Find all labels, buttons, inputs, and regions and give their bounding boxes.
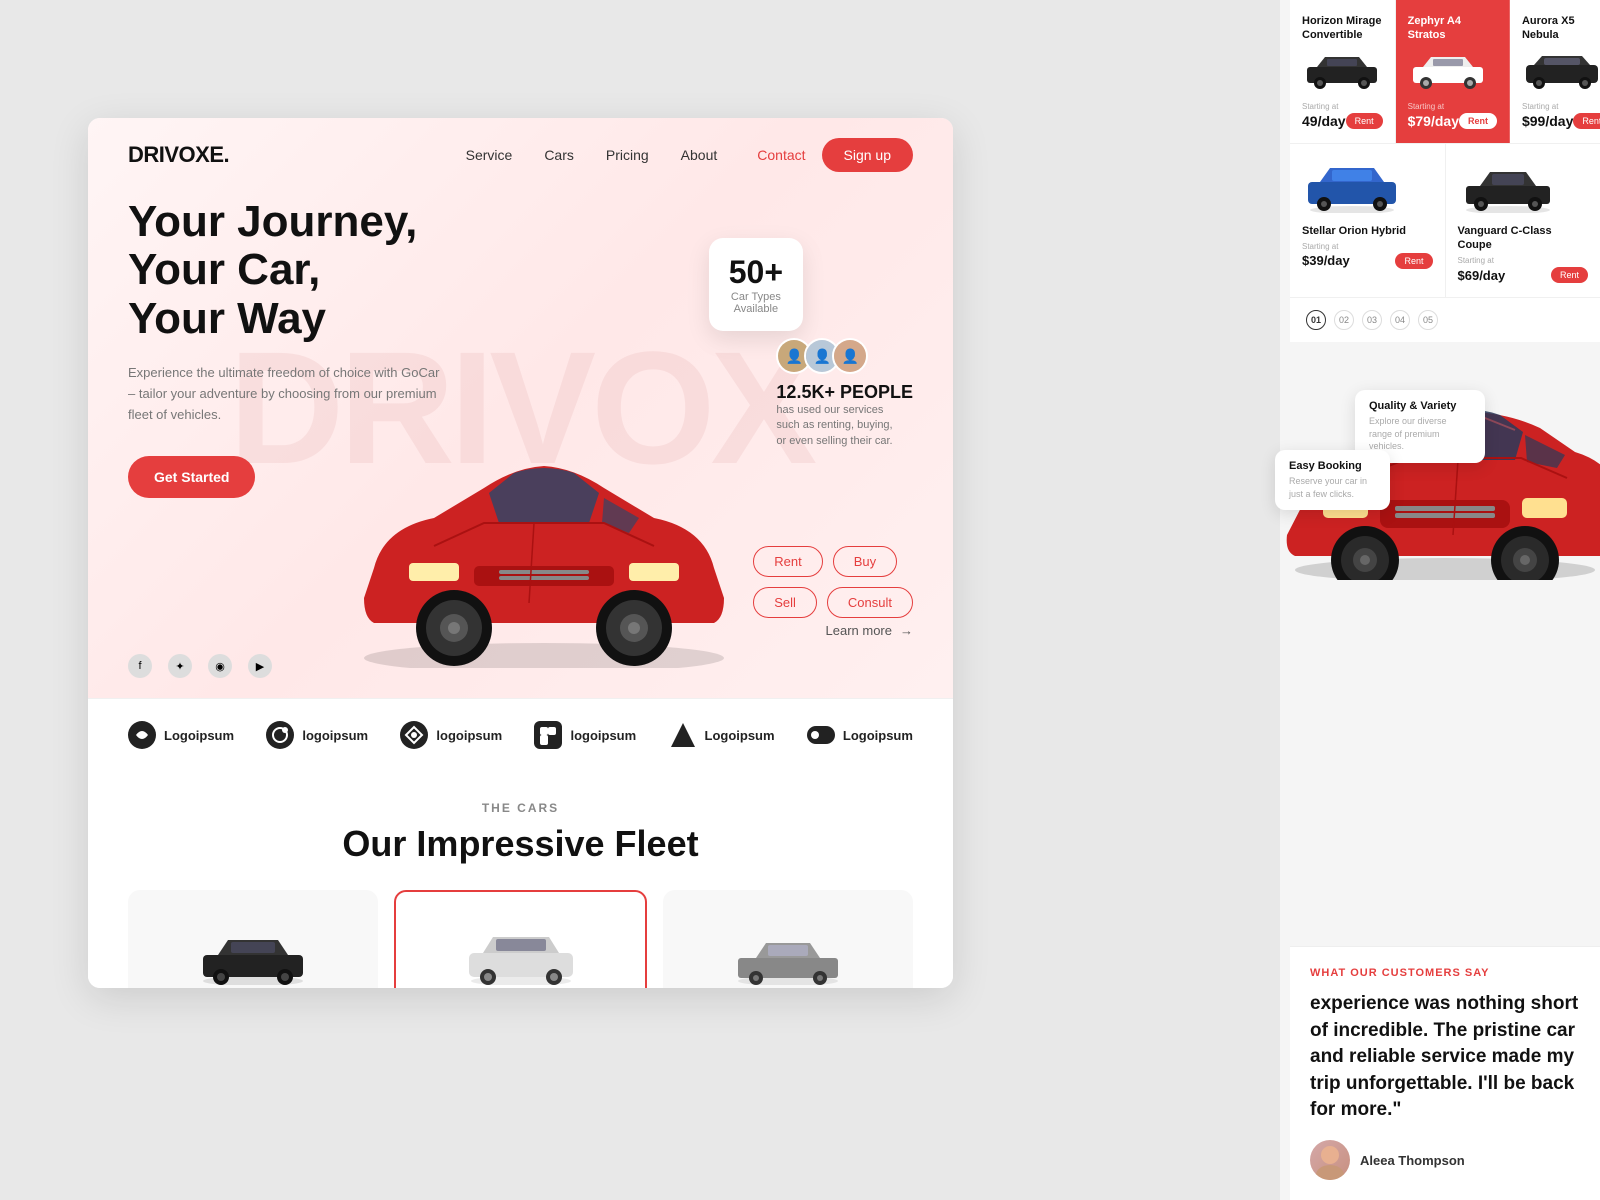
- testimonial-author: Aleea Thompson: [1310, 1140, 1580, 1180]
- starting-at-aurora: Starting at: [1522, 102, 1600, 111]
- fleet-subtitle: THE CARS: [128, 801, 913, 815]
- fleet-card-3[interactable]: [663, 890, 913, 988]
- nav-service[interactable]: Service: [466, 147, 513, 163]
- car-name-stellar: Stellar Orion Hybrid: [1302, 224, 1433, 238]
- dot-1[interactable]: 01: [1306, 310, 1326, 330]
- price-aurora: $99/day: [1522, 113, 1573, 129]
- buy-button[interactable]: Buy: [833, 546, 897, 577]
- fleet-card-1[interactable]: [128, 890, 378, 988]
- price-zephyr: $79/day: [1408, 113, 1459, 129]
- dot-3[interactable]: 03: [1362, 310, 1382, 330]
- action-row-2: Sell Consult: [753, 587, 913, 618]
- signup-button[interactable]: Sign up: [822, 138, 913, 172]
- sell-button[interactable]: Sell: [753, 587, 817, 618]
- hero-title: Your Journey, Your Car, Your Way: [128, 198, 448, 343]
- starting-at-horizon: Starting at: [1302, 102, 1383, 111]
- youtube-icon[interactable]: ▶: [248, 654, 272, 678]
- people-description: has used our services such as renting, b…: [776, 403, 896, 449]
- car-name-vanguard: Vanguard C-Class Coupe: [1458, 224, 1589, 253]
- car-img-zephyr: [1408, 49, 1488, 91]
- quality-badge-text: Explore our diverse range of premium veh…: [1369, 415, 1471, 453]
- stats-badge: 50+ Car Types Available: [709, 238, 803, 331]
- car-img-aurora: [1522, 49, 1600, 91]
- testimonial-tag: WHAT OUR CUSTOMERS SAY: [1310, 967, 1580, 979]
- partners-section: Logoipsum logoipsum logoipsum logoipsum …: [88, 698, 953, 771]
- easy-booking-title: Easy Booking: [1289, 460, 1376, 472]
- partner-5: Logoipsum: [669, 721, 775, 749]
- rent-btn-stellar[interactable]: Rent: [1395, 253, 1432, 269]
- social-icons-row: f ✦ ◉ ▶: [128, 654, 272, 678]
- fleet-cards: [128, 890, 913, 988]
- learn-more-link[interactable]: Learn more →: [826, 623, 913, 638]
- people-stats: 👤 👤 👤 12.5K+ PEOPLE has used our service…: [776, 338, 913, 449]
- partner-1: Logoipsum: [128, 721, 234, 749]
- car-card-horizon: Horizon Mirage Convertible Starting at 4…: [1290, 0, 1396, 143]
- nav-cars[interactable]: Cars: [544, 147, 574, 163]
- pagination-dots: 01 02 03 04 05: [1290, 298, 1600, 342]
- starting-at-zephyr: Starting at: [1408, 102, 1497, 111]
- car-card-stellar: Stellar Orion Hybrid Starting at $39/day…: [1290, 144, 1446, 298]
- car-card-zephyr: Zephyr A4 Stratos Starting at $79/day Re…: [1396, 0, 1510, 143]
- car-cards-top-row: Horizon Mirage Convertible Starting at 4…: [1290, 0, 1600, 144]
- dot-4[interactable]: 04: [1390, 310, 1410, 330]
- nav-links: Service Cars Pricing About: [466, 147, 718, 163]
- rent-btn-vanguard[interactable]: Rent: [1551, 267, 1588, 283]
- nav-about[interactable]: About: [681, 147, 718, 163]
- car-img-stellar: [1302, 158, 1402, 213]
- easy-booking-badge: Easy Booking Reserve your car in just a …: [1275, 450, 1390, 510]
- car-img-horizon: [1302, 49, 1382, 91]
- partner-2: logoipsum: [266, 721, 368, 749]
- partner-4: logoipsum: [534, 721, 636, 749]
- testimonial-section: WHAT OUR CUSTOMERS SAY experience was no…: [1290, 946, 1600, 1200]
- partner-3: logoipsum: [400, 721, 502, 749]
- fleet-section: THE CARS Our Impressive Fleet: [88, 771, 953, 988]
- car-card-vanguard: Vanguard C-Class Coupe Starting at $69/d…: [1446, 144, 1600, 298]
- car-name-aurora: Aurora X5 Nebula: [1522, 14, 1600, 43]
- navbar: DRIVOXE. Service Cars Pricing About Cont…: [88, 118, 953, 192]
- stats-number: 50+: [729, 254, 783, 291]
- hero-content: Your Journey, Your Car, Your Way Experie…: [128, 198, 448, 498]
- stats-label: Car Types Available: [729, 291, 783, 315]
- action-row-1: Rent Buy: [753, 546, 913, 577]
- fleet-card-2[interactable]: [394, 890, 648, 988]
- avatar-3: 👤: [832, 338, 868, 374]
- author-name: Aleea Thompson: [1360, 1153, 1465, 1168]
- rent-btn-aurora[interactable]: Rent: [1573, 113, 1600, 129]
- dot-5[interactable]: 05: [1418, 310, 1438, 330]
- hero-description: Experience the ultimate freedom of choic…: [128, 363, 448, 425]
- rent-btn-horizon[interactable]: Rent: [1346, 113, 1383, 129]
- partner-6: Logoipsum: [807, 721, 913, 749]
- people-count: 12.5K+ PEOPLE: [776, 382, 913, 403]
- price-horizon: 49/day: [1302, 113, 1346, 129]
- right-panel-top: Horizon Mirage Convertible Starting at 4…: [1290, 0, 1600, 342]
- rent-btn-zephyr[interactable]: Rent: [1459, 113, 1497, 129]
- fleet-title: Our Impressive Fleet: [128, 823, 913, 865]
- nav-contact[interactable]: Contact: [757, 147, 805, 163]
- easy-booking-text: Reserve your car in just a few clicks.: [1289, 475, 1376, 500]
- facebook-icon[interactable]: f: [128, 654, 152, 678]
- main-website-card: DRIVOX DRIVOXE. Service Cars Pricing Abo…: [88, 118, 953, 988]
- avatar-group: 👤 👤 👤: [776, 338, 913, 374]
- dot-2[interactable]: 02: [1334, 310, 1354, 330]
- consult-button[interactable]: Consult: [827, 587, 913, 618]
- car-name-horizon: Horizon Mirage Convertible: [1302, 14, 1383, 43]
- author-avatar: [1310, 1140, 1350, 1180]
- quality-badge-title: Quality & Variety: [1369, 400, 1471, 412]
- action-buttons: Rent Buy Sell Consult: [753, 546, 913, 618]
- twitter-icon[interactable]: ✦: [168, 654, 192, 678]
- get-started-button[interactable]: Get Started: [128, 456, 255, 498]
- rent-button[interactable]: Rent: [753, 546, 822, 577]
- arrow-icon: →: [900, 623, 913, 638]
- nav-pricing[interactable]: Pricing: [606, 147, 649, 163]
- testimonial-text: experience was nothing short of incredib…: [1310, 991, 1580, 1124]
- hero-section: DRIVOX DRIVOXE. Service Cars Pricing Abo…: [88, 118, 953, 698]
- car-card-aurora: Aurora X5 Nebula Starting at $99/day Ren…: [1510, 0, 1600, 143]
- car-cards-row2: Stellar Orion Hybrid Starting at $39/day…: [1290, 144, 1600, 299]
- car-name-zephyr: Zephyr A4 Stratos: [1408, 14, 1497, 43]
- brand-logo: DRIVOXE.: [128, 142, 229, 168]
- car-img-vanguard: [1458, 158, 1558, 213]
- instagram-icon[interactable]: ◉: [208, 654, 232, 678]
